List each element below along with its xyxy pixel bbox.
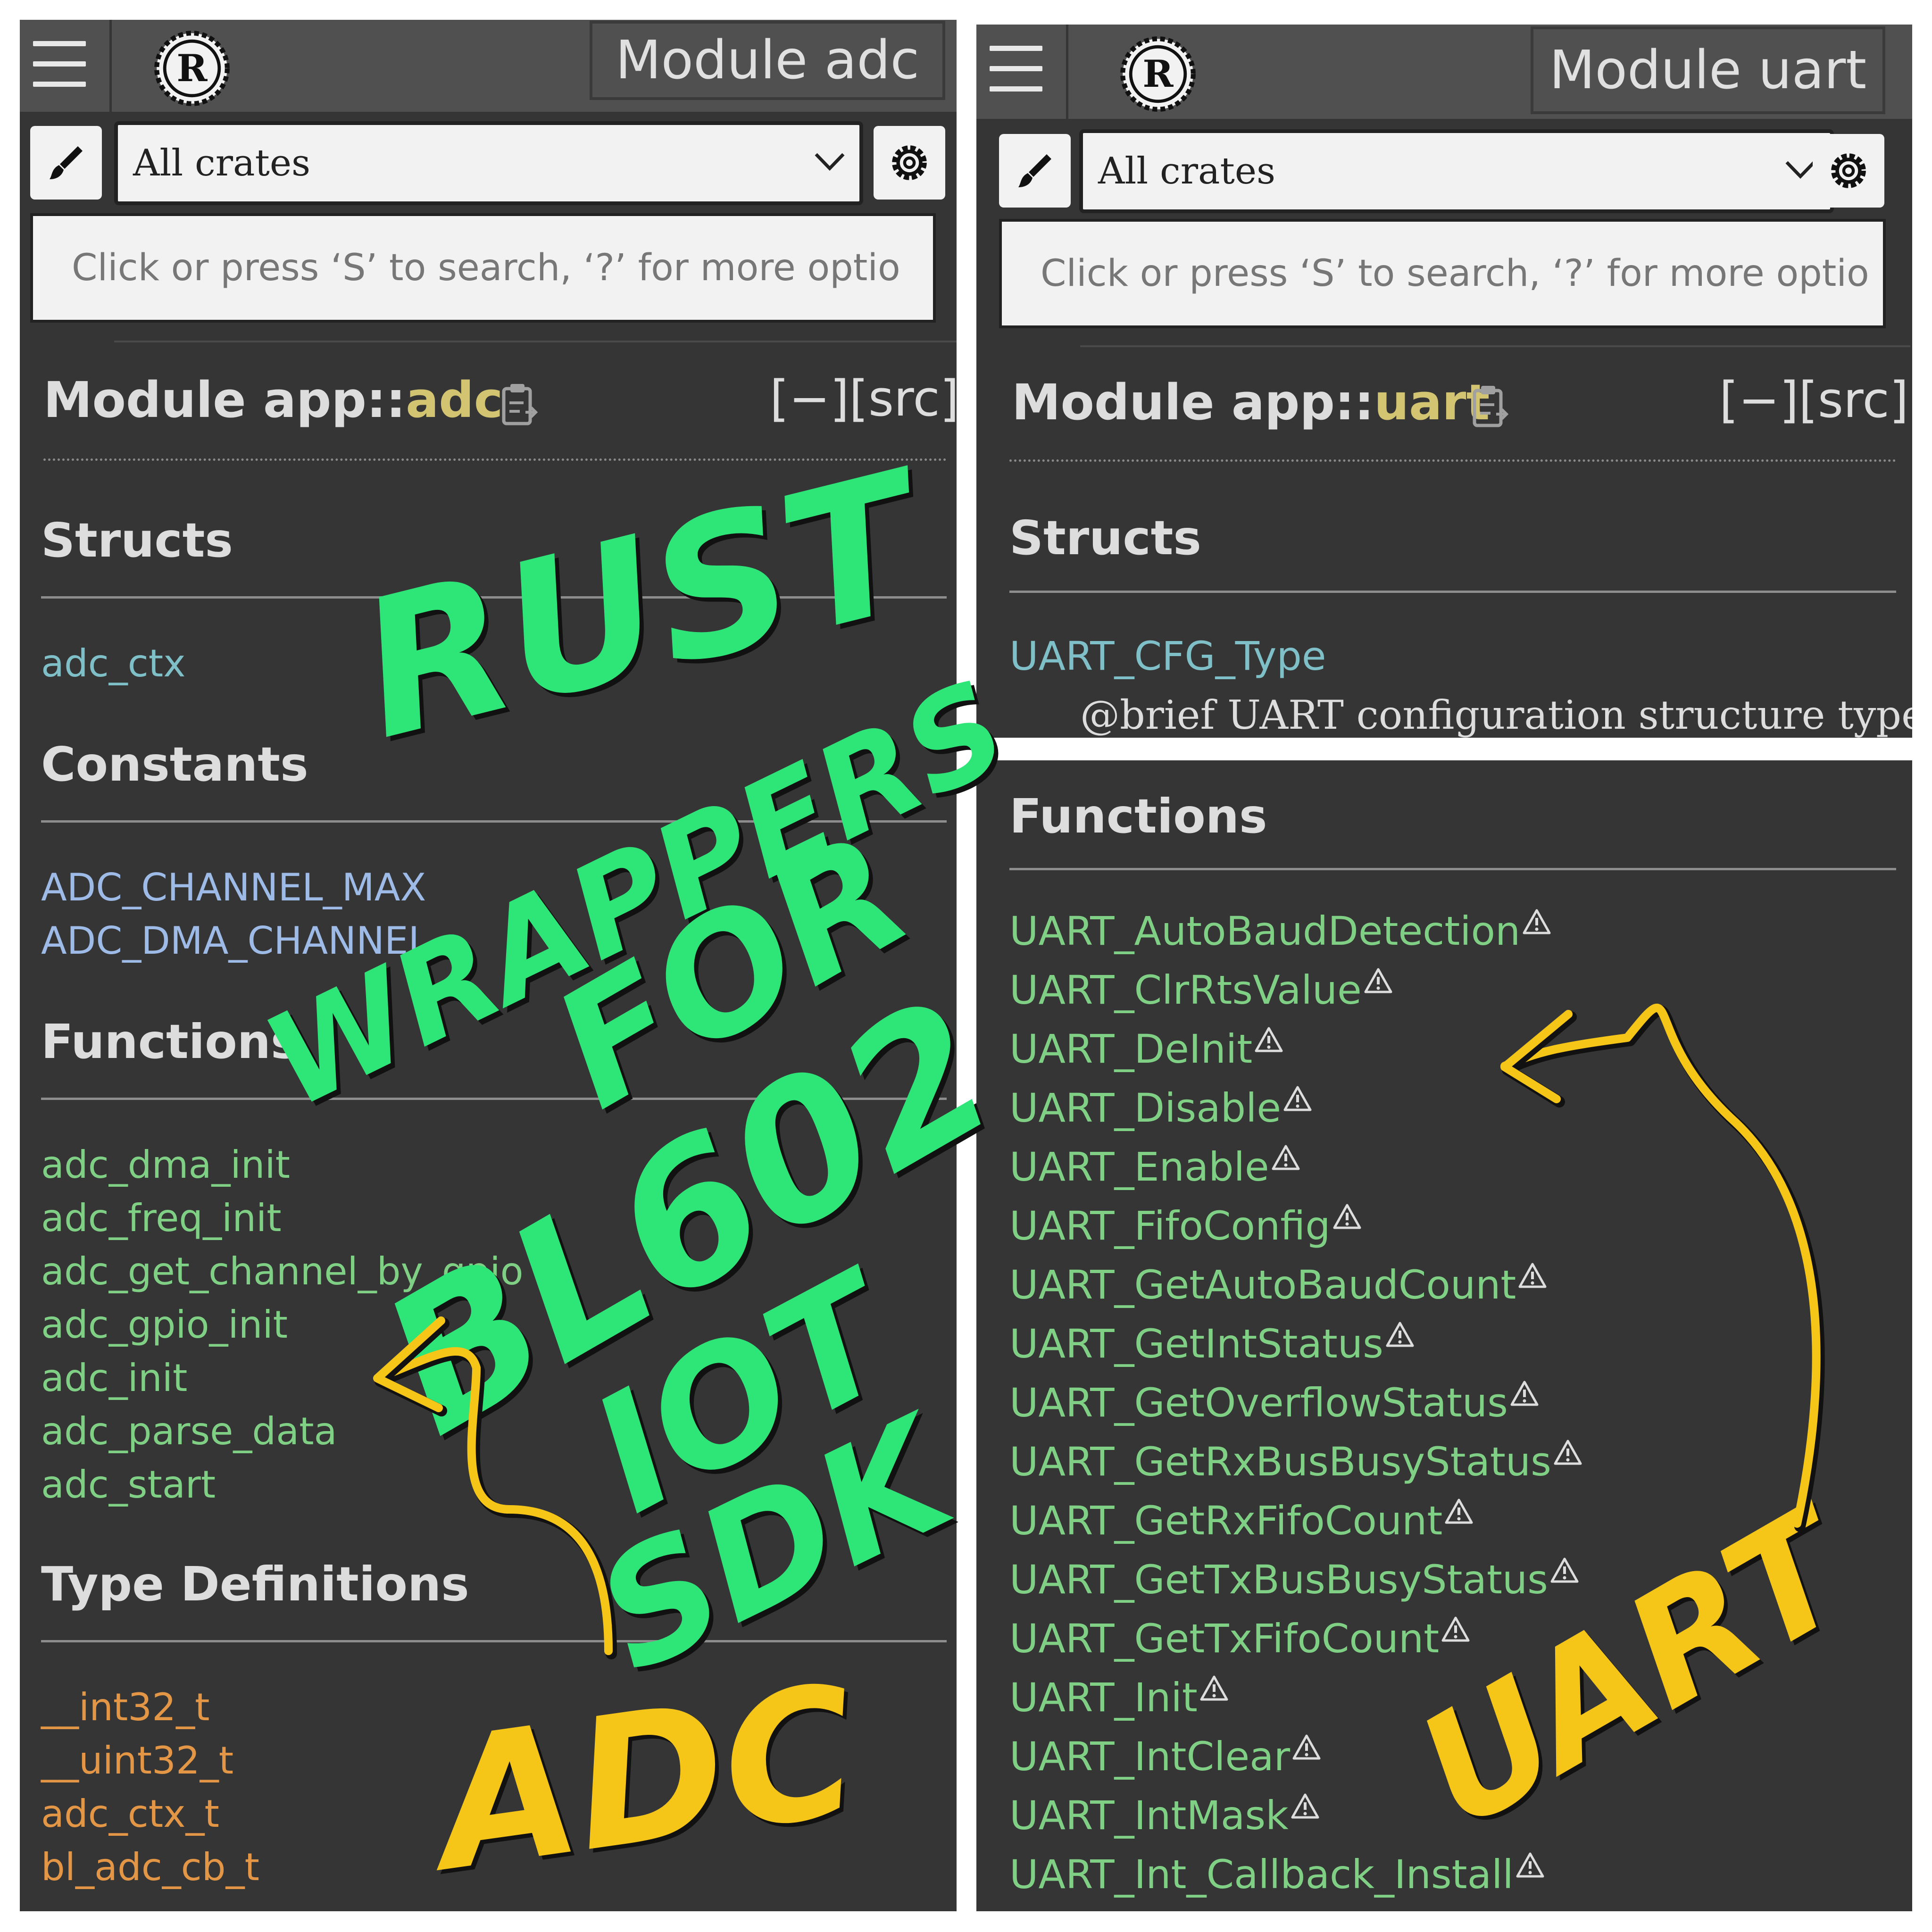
uart-label: UART	[1390, 1472, 1887, 1864]
adc-label: ADC	[411, 1646, 869, 1913]
hand-drawn-annotation-layer: RUST WRAPPERS FOR BL602 IOT SDK RUST WRA…	[244, 429, 1890, 1916]
uart-arrow	[1500, 1003, 1825, 1532]
